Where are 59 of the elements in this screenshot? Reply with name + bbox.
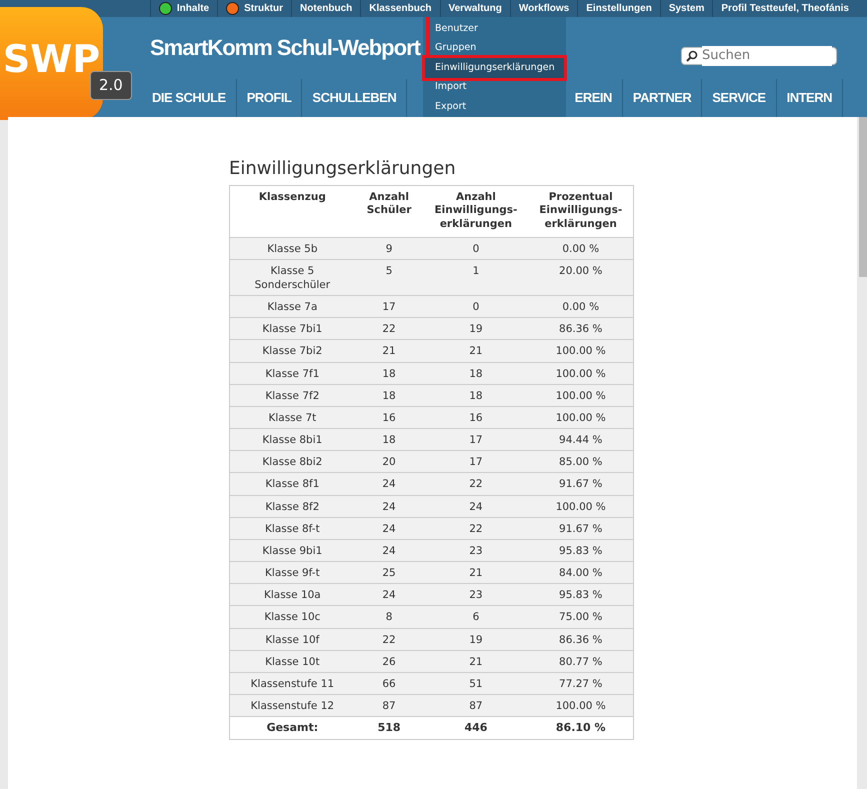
table-cell: 100.00 % [528,362,634,384]
table-cell: 21 [354,340,424,362]
table-cell: 8 [354,606,424,628]
table-cell: 22 [423,517,528,540]
dropdown-item[interactable]: Benutzer [423,19,566,38]
table-cell: 100.00 % [528,495,634,518]
table-cell: 19 [423,628,528,650]
dropdown-item[interactable]: Import [423,78,566,97]
table-cell: 100.00 % [528,384,634,406]
total-cell: 518 [354,716,424,740]
table-cell: Klasse 8f2 [230,495,355,518]
version-label: 2.0 [90,71,132,100]
total-cell: 446 [423,716,528,740]
table-cell: 100.00 % [528,340,634,362]
table-cell: Klasse 8f1 [230,472,355,496]
page-heading: Einwilligungserklärungen [229,158,457,180]
table-cell: 24 [354,472,424,496]
total-cell: 86.10 % [528,716,634,740]
table-cell: 21 [423,650,528,672]
table-cell: 24 [423,495,528,518]
table-cell: Klasse 7f2 [230,384,355,406]
table-cell: 91.67 % [528,472,634,496]
table-cell: 18 [423,384,528,406]
table-cell: 26 [354,650,424,672]
table-cell: 22 [354,628,424,650]
search-icon [686,50,698,62]
table-cell: 86.36 % [528,628,634,650]
table-cell: Klasse 10c [230,606,355,628]
table-cell: 0.00 % [528,237,634,260]
column-header: Anzahl Schüler [354,185,424,238]
column-header: Anzahl Einwilligungs-erklärungen [423,185,528,238]
table-cell: Klasse 5b [230,237,355,260]
site-title: SmartKomm Schul-Webport [150,34,420,62]
table-cell: 80.77 % [528,650,634,672]
table-cell: 0 [423,237,528,260]
table-cell: 91.67 % [528,517,634,540]
column-header: Klassenzug [230,185,355,238]
search-field[interactable]: Suchen [681,47,837,65]
table-cell: 21 [423,340,528,362]
column-header: Prozentual Einwilligungs-erklärungen [528,185,634,238]
table-cell: Klasse 7bi2 [230,340,355,362]
dropdown-item[interactable]: Einwilligungserklärungen [425,58,564,78]
table-cell: Klasse 8f-t [230,517,355,540]
table-cell: 75.00 % [528,606,634,628]
dropdown-item[interactable]: Gruppen [423,38,566,58]
table-cell: 18 [354,384,424,406]
scrollbar[interactable] [859,117,867,277]
table-cell: 18 [423,362,528,384]
table-cell: Klasse 10t [230,650,355,672]
table-cell: 24 [354,495,424,518]
table-cell: Klasse 7f1 [230,362,355,384]
table-cell: 9 [354,237,424,260]
table-cell: Klasse 10f [230,628,355,650]
total-cell: Gesamt: [230,716,355,740]
table-cell: 22 [423,472,528,496]
table-cell: 24 [354,517,424,540]
table-cell: 18 [354,362,424,384]
table-cell: 6 [423,606,528,628]
dropdown-item[interactable]: Export [423,97,566,116]
